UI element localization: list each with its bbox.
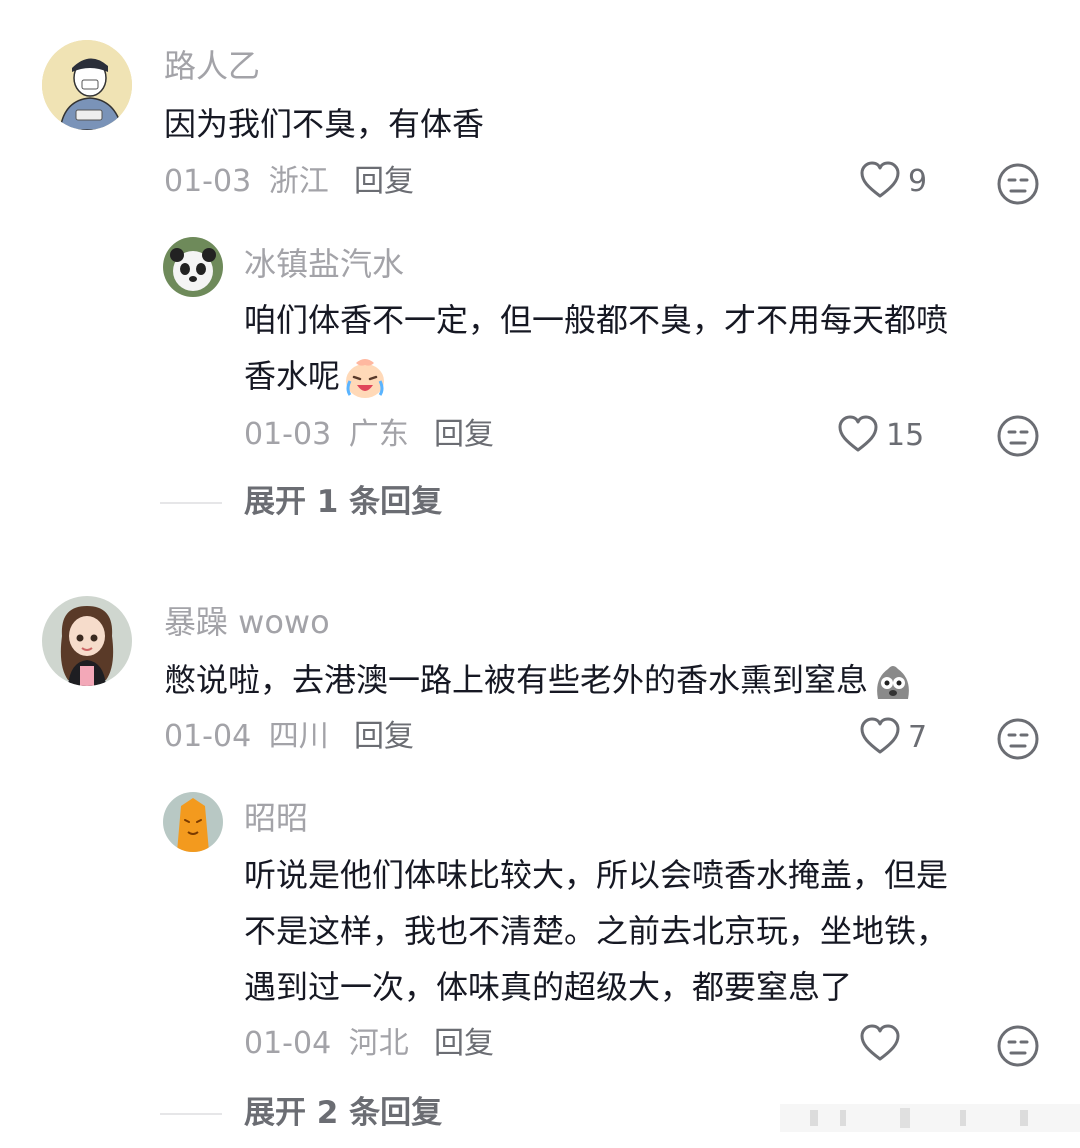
expand-replies[interactable]: 展开 1 条回复 bbox=[160, 482, 760, 522]
heart-outline-icon bbox=[836, 414, 880, 458]
comment-text-content: 憋说啦，去港澳一路上被有些老外的香水熏到窒息 bbox=[164, 661, 869, 699]
heart-outline-icon bbox=[858, 160, 902, 204]
expand-replies-label[interactable]: 展开 2 条回复 bbox=[244, 1093, 442, 1133]
dislike-button[interactable] bbox=[996, 162, 1040, 206]
comment-meta: 01-03 浙江 bbox=[164, 162, 329, 202]
reply-text-line-1: 咱们体香不一定，但一般都不臭，才不用每天都喷 bbox=[244, 301, 949, 339]
reply-meta: 01-03 广东 bbox=[244, 415, 409, 455]
heart-outline-icon bbox=[858, 1023, 902, 1067]
like-button[interactable]: 9 bbox=[858, 160, 928, 204]
reply-button[interactable]: 回复 bbox=[434, 415, 494, 455]
reply-text-line-1: 听说是他们体味比较大，所以会喷香水掩盖，但是 bbox=[244, 856, 949, 894]
dislike-button[interactable] bbox=[996, 1024, 1040, 1068]
reply-date: 01-04 bbox=[244, 1026, 332, 1061]
reply-avatar[interactable] bbox=[163, 237, 223, 297]
reply-avatar[interactable] bbox=[163, 792, 223, 852]
like-button[interactable]: 15 bbox=[836, 414, 925, 458]
like-button[interactable]: 7 bbox=[858, 716, 928, 760]
like-count: 9 bbox=[908, 164, 928, 199]
neutral-face-icon bbox=[996, 415, 1040, 462]
username[interactable]: 暴躁 wowo bbox=[164, 602, 330, 642]
dislike-button[interactable] bbox=[996, 414, 1040, 458]
neutral-face-icon bbox=[996, 718, 1040, 765]
expand-replies-label[interactable]: 展开 1 条回复 bbox=[244, 482, 442, 522]
reply-button[interactable]: 回复 bbox=[434, 1024, 494, 1064]
comment-date: 01-04 bbox=[164, 719, 252, 754]
comment-meta: 01-04 四川 bbox=[164, 717, 329, 757]
reply-button[interactable]: 回复 bbox=[354, 717, 414, 757]
reply-date: 01-03 bbox=[244, 417, 332, 452]
like-count: 15 bbox=[886, 418, 925, 453]
reply-location: 广东 bbox=[348, 417, 409, 452]
divider bbox=[160, 1113, 222, 1115]
dislike-button[interactable] bbox=[996, 717, 1040, 761]
reply-text-line-3: 遇到过一次，体味真的超级大，都要窒息了 bbox=[244, 968, 853, 1006]
neutral-face-icon bbox=[996, 1025, 1040, 1072]
watermark bbox=[780, 1096, 1080, 1140]
like-button[interactable] bbox=[858, 1023, 908, 1067]
reply-meta: 01-04 河北 bbox=[244, 1024, 409, 1064]
reply-text-line-2: 香水呢 bbox=[244, 348, 388, 404]
divider bbox=[160, 502, 222, 504]
comment-text: 憋说啦，去港澳一路上被有些老外的香水熏到窒息 bbox=[164, 652, 916, 708]
reply-button[interactable]: 回复 bbox=[354, 162, 414, 202]
username[interactable]: 路人乙 bbox=[164, 46, 260, 86]
comment-location: 浙江 bbox=[268, 164, 329, 199]
expand-replies[interactable]: 展开 2 条回复 bbox=[160, 1093, 760, 1133]
comment-location: 四川 bbox=[268, 719, 329, 754]
like-count: 7 bbox=[908, 720, 928, 755]
reply-text-line-2-content: 香水呢 bbox=[244, 357, 341, 395]
comment-date: 01-03 bbox=[164, 164, 252, 199]
dazed-emoji bbox=[870, 659, 916, 705]
heart-outline-icon bbox=[858, 716, 902, 760]
crying-laughing-emoji bbox=[342, 355, 388, 401]
reply-username[interactable]: 昭昭 bbox=[244, 798, 308, 838]
reply-text-line-2: 不是这样，我也不清楚。之前去北京玩，坐地铁， bbox=[244, 912, 949, 950]
avatar[interactable] bbox=[42, 596, 132, 686]
reply-location: 河北 bbox=[348, 1026, 409, 1061]
reply-username[interactable]: 冰镇盐汽水 bbox=[244, 244, 404, 284]
comment-text: 因为我们不臭，有体香 bbox=[164, 105, 485, 143]
avatar[interactable] bbox=[42, 40, 132, 130]
neutral-face-icon bbox=[996, 163, 1040, 210]
